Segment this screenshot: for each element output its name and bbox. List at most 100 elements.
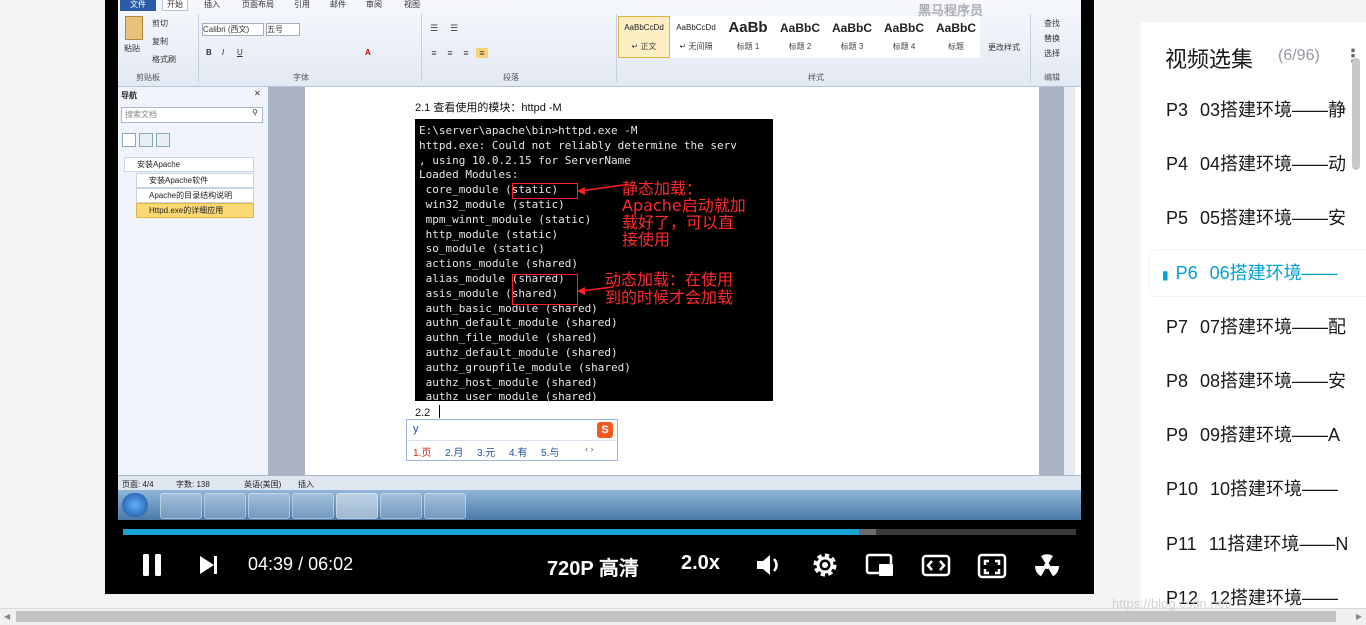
find-label: 查找 [1044, 19, 1060, 28]
episode-number: P8 [1166, 371, 1189, 391]
word-ribbon: 文件 开始 插入 页面布局 引用 邮件 审阅 视图 粘贴 剪切 复制 格式刷 剪… [118, 0, 1081, 87]
episode-item[interactable]: P9 09搭建环境——A [1166, 408, 1366, 462]
annotation-static-2: Apache启动就加 [622, 196, 746, 215]
ribbon-tab-view: 视图 [404, 0, 420, 9]
ribbon-tab-references: 引用 [294, 0, 310, 9]
episode-title: 10搭建环境—— [1210, 479, 1339, 500]
episode-item[interactable]: P5 05搭建环境——安 [1166, 191, 1366, 245]
paste-icon [125, 16, 143, 40]
sidebar-scrollbar[interactable] [1352, 58, 1360, 170]
nav-title: 导航 [121, 91, 137, 100]
quality-button[interactable]: 720P 高清 [547, 552, 639, 581]
volume-icon[interactable] [755, 552, 783, 578]
console-line: E:\server\apache\bin>httpd.exe -M [419, 124, 638, 137]
pause-icon[interactable] [141, 553, 163, 577]
annotation-static-4: 接使用 [622, 230, 671, 249]
style-heading-3: AaBbC 标题 3 [826, 16, 878, 58]
ribbon-tab-layout: 页面布局 [242, 0, 274, 9]
current-time: 04:39 [248, 554, 294, 574]
console-line: authn_default_module (shared) [419, 316, 618, 330]
episode-number: P9 [1166, 425, 1189, 446]
episode-item-active[interactable]: ▮ P6 06搭建环境—— [1150, 249, 1366, 296]
ime-candidate-5: 5.与 [541, 448, 560, 459]
font-color-icon: A [365, 48, 371, 57]
episode-item[interactable]: P10 10搭建环境—— [1166, 462, 1366, 516]
style-sample: AaBbC [831, 21, 872, 35]
replace-label: 替换 [1044, 34, 1060, 43]
episode-sidebar: 视频选集 (6/96) ⋮ P3 03搭建环境——静 P4 04搭建环境——动 P5 05… [1141, 22, 1366, 624]
progress-bar[interactable] [123, 529, 1076, 535]
headings-view-icon [122, 133, 136, 147]
episode-item[interactable]: P11 11搭建环境——N [1166, 517, 1366, 571]
style-name: 标题 3 [840, 42, 864, 51]
episode-title: 05搭建环境——安 [1200, 208, 1347, 229]
cmd-app-icon [424, 493, 466, 519]
console-line: http_module (static) [419, 227, 559, 241]
episode-item[interactable]: P7 07搭建环境——配 [1166, 300, 1366, 354]
widescreen-icon[interactable] [921, 553, 951, 579]
nav-item-install-apache-software: 安装Apache软件 [136, 173, 254, 188]
next-icon[interactable] [198, 555, 220, 575]
episode-number: P6 [1175, 262, 1198, 283]
align-left-icon: ≡ [431, 48, 437, 58]
episode-title: 09搭建环境——A [1200, 425, 1341, 446]
scrollbar-thumb[interactable] [16, 611, 1336, 622]
style-no-spacing: AaBbCcDd ↵ 无间隔 [670, 16, 722, 58]
console-line: , using 10.0.2.15 for ServerName [419, 153, 631, 167]
ribbon-tab-mailings: 邮件 [330, 0, 346, 9]
heading-2-1: 2.1 查看使用的模块：httpd -M [415, 102, 562, 114]
nav-item-install-apache: 安装Apache [124, 157, 254, 172]
ribbon-tab-review: 审阅 [366, 0, 382, 9]
style-name: 标题 [948, 42, 964, 51]
annotation-shared-1: 动态加载：在使用 [605, 270, 734, 289]
word-statusbar: 页面: 4/4 字数: 138 英语(美国) 插入 [118, 475, 1081, 491]
nav-search-placeholder: 搜索文档 [125, 110, 157, 119]
copy-label: 复制 [152, 37, 168, 46]
start-button-icon [122, 493, 148, 517]
style-sample: AaBbCcDd [676, 23, 716, 32]
italic-icon: I [222, 48, 225, 57]
style-heading-2: AaBbC 标题 2 [774, 16, 826, 58]
video-frame[interactable]: 文件 开始 插入 页面布局 引用 邮件 审阅 视图 粘贴 剪切 复制 格式刷 剪… [118, 0, 1081, 520]
speed-button[interactable]: 2.0x [681, 552, 720, 575]
change-styles-label: 更改样式 [988, 43, 1020, 52]
ime-input-text: y [413, 423, 419, 435]
video-player[interactable]: 文件 开始 插入 页面布局 引用 邮件 审阅 视图 粘贴 剪切 复制 格式刷 剪… [105, 0, 1094, 594]
annotation-static-3: 载好了，可以直 [622, 213, 735, 232]
scroll-right-icon[interactable]: ▶ [1356, 612, 1362, 621]
ribbon-divider [198, 14, 199, 82]
style-sample: AaBbC [883, 21, 924, 35]
paste-label: 粘贴 [124, 44, 140, 53]
radiation-icon[interactable] [1032, 551, 1062, 581]
annotation-static-1: 静态加载： [622, 179, 703, 198]
align-center-icon: ≡ [447, 48, 453, 58]
time-display: 04:39 / 06:02 [248, 554, 353, 575]
status-page: 页面: 4/4 [122, 480, 154, 489]
episode-item[interactable]: P8 08搭建环境——安 [1166, 354, 1366, 408]
episode-number: P3 [1166, 100, 1189, 120]
sogou-icon: S [597, 422, 613, 438]
settings-icon[interactable] [811, 551, 839, 579]
style-name: ↵ 无间隔 [679, 42, 713, 51]
status-words: 字数: 138 [176, 480, 210, 489]
font-group-label: 字体 [293, 73, 309, 82]
scroll-left-icon[interactable]: ◀ [4, 612, 10, 621]
console-line: so_module (static) [419, 242, 545, 256]
document-page: 2.1 查看使用的模块：httpd -M E:\server\apache\bi… [305, 87, 1039, 475]
time-divider: / [298, 554, 304, 574]
episode-item[interactable]: P4 04搭建环境——动 [1166, 137, 1366, 191]
style-name: 标题 2 [788, 42, 812, 51]
nav-search-box: 搜索文档 ⚲ [121, 107, 263, 123]
font-name-select: Calibri (西文) [202, 23, 264, 36]
pages-view-icon [139, 133, 153, 147]
nav-item-httpd-usage: Httpd.exe的详细应用 [136, 203, 254, 218]
episode-title: 11搭建环境——N [1208, 533, 1349, 554]
console-screenshot: E:\server\apache\bin>httpd.exe -M httpd.e… [415, 119, 773, 401]
document-area: 2.1 查看使用的模块：httpd -M E:\server\apache\bi… [269, 87, 1075, 475]
episode-item[interactable]: P3 03搭建环境——静 [1166, 83, 1366, 137]
style-sample: AaBbCcDd [624, 23, 664, 32]
mini-player-icon[interactable] [865, 553, 895, 579]
episode-title: 04搭建环境——动 [1200, 154, 1347, 175]
fullscreen-icon[interactable] [977, 553, 1007, 579]
status-mode: 插入 [298, 480, 314, 489]
